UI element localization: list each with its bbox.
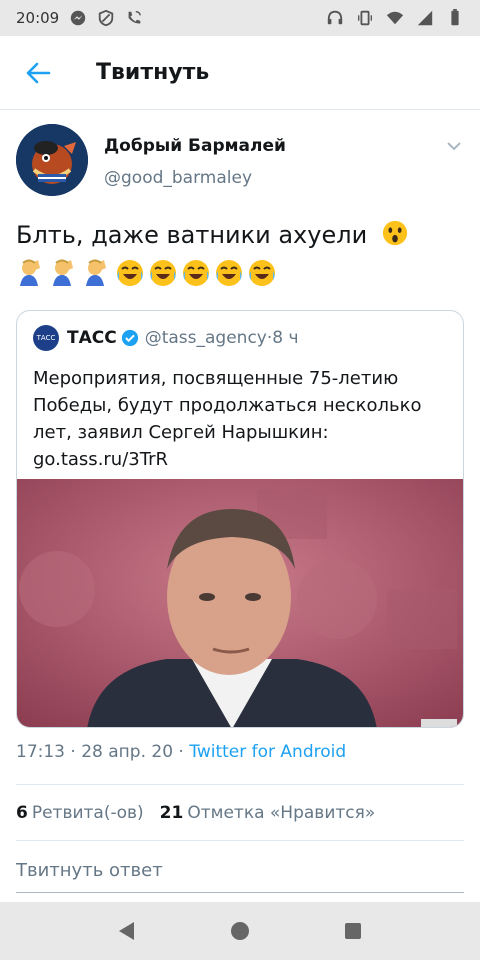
arrow-left-icon	[26, 62, 51, 83]
author-handle[interactable]: @good_barmaley	[104, 168, 252, 188]
divider	[16, 840, 464, 841]
avatar-image	[16, 124, 88, 196]
nav-back-button[interactable]	[111, 915, 143, 947]
meta-separator: ·	[65, 742, 82, 762]
back-button[interactable]	[0, 36, 76, 110]
crying-laughing-emoji	[150, 260, 176, 286]
crying-laughing-emoji	[117, 260, 143, 286]
tweet-time: 17:13	[16, 742, 65, 762]
messenger-icon	[71, 10, 86, 26]
reply-input[interactable]: Твитнуть ответ	[16, 860, 163, 881]
status-notification-icons	[69, 9, 143, 27]
circle-home-icon	[230, 922, 249, 940]
likes-count: 21	[159, 803, 184, 823]
status-time: 20:09	[16, 9, 60, 27]
verified-badge-icon	[121, 329, 138, 347]
quoted-tweet-header: ТАСС ТАСС @tass_agency · 8 ч	[33, 325, 299, 351]
retweets-label: Ретвита(-ов)	[31, 803, 144, 823]
tweet-stats: 6 Ретвита(-ов) 21 Отметка «Нравится»	[16, 803, 375, 823]
page-title: Твитнуть	[96, 60, 210, 85]
author-name[interactable]: Добрый Бармалей	[104, 136, 286, 156]
retweets-count: 6	[16, 803, 28, 823]
battery-icon	[451, 9, 459, 26]
signal-icon	[417, 10, 433, 26]
crying-laughing-emoji	[183, 260, 209, 286]
tweet-meta: 17:13 · 28 апр. 20 · Twitter for Android	[16, 742, 346, 762]
facepalm-emoji	[86, 259, 106, 286]
quoted-photo[interactable]	[17, 479, 464, 728]
likes-label: Отметка «Нравится»	[187, 803, 376, 823]
chevron-down-icon[interactable]	[444, 136, 464, 156]
crying-laughing-emoji	[216, 260, 242, 286]
likes-stat[interactable]: 21 Отметка «Нравится»	[160, 803, 376, 823]
quoted-text: Мероприятия, посвященные 75-летию Победы…	[33, 368, 422, 470]
tweet-text-body: Блть, даже ватники ахуели	[16, 221, 368, 249]
tweet-source-link[interactable]: Twitter for Android	[189, 742, 346, 762]
headset-icon	[327, 10, 343, 25]
wifi-icon	[386, 11, 404, 25]
facepalm-emoji	[20, 259, 40, 286]
square-recents-icon	[345, 923, 362, 939]
reply-input-underline	[16, 892, 464, 893]
quoted-author-handle: @tass_agency	[144, 328, 267, 348]
system-nav-bar	[0, 902, 480, 960]
quoted-avatar: ТАСС	[33, 325, 59, 351]
tweet-date: 28 апр. 20	[81, 742, 174, 762]
wifi-call-icon	[128, 11, 142, 24]
emoji-row	[16, 258, 277, 288]
tweet-author: Добрый Бармалей @good_barmaley	[16, 124, 464, 200]
quoted-age: 8 ч	[272, 328, 299, 348]
retweets-stat[interactable]: 6 Ретвита(-ов)	[16, 803, 144, 823]
divider	[16, 784, 464, 785]
vibrate-icon	[358, 10, 372, 26]
status-system-icons	[326, 9, 464, 27]
nav-home-button[interactable]	[224, 915, 256, 947]
facepalm-emoji	[53, 259, 73, 286]
quoted-author-name: ТАСС	[67, 328, 117, 348]
triangle-back-icon	[118, 922, 134, 940]
tweet-text: Блть, даже ватники ахуели	[16, 218, 464, 252]
avatar[interactable]	[16, 124, 88, 196]
status-bar: 20:09	[0, 0, 480, 36]
shield-icon	[99, 9, 114, 27]
meta-separator: ·	[173, 742, 190, 762]
quoted-tweet[interactable]: ТАСС ТАСС @tass_agency · 8 ч Мероприятия…	[16, 310, 464, 728]
crying-laughing-emoji	[249, 260, 275, 286]
astonished-face-emoji	[382, 220, 407, 246]
nav-recents-button[interactable]	[337, 915, 369, 947]
app-bar: Твитнуть	[0, 36, 480, 110]
